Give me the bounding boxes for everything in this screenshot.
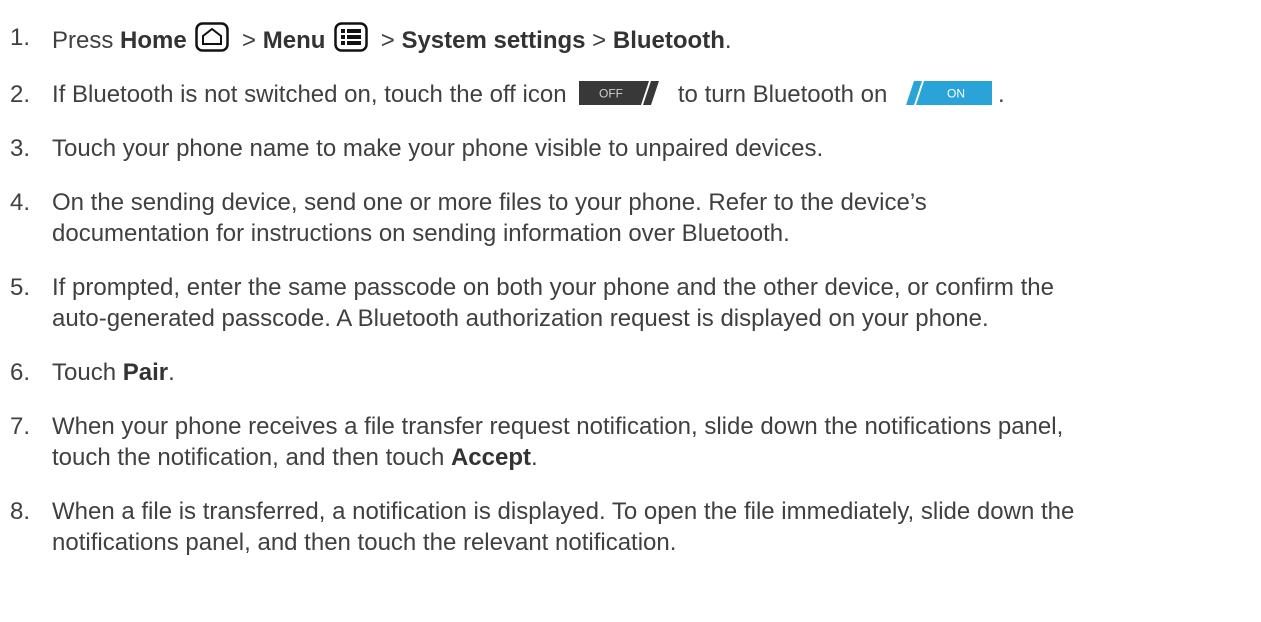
home-icon [195, 22, 230, 52]
step-text: When a file is transferred, a notificati… [52, 498, 1075, 525]
step-text: . [998, 81, 1005, 108]
step-number: 8. [10, 498, 31, 525]
step-number: 4. [10, 189, 31, 216]
step-text: > [585, 27, 613, 54]
step-number: 6. [10, 359, 31, 386]
off-toggle-icon: OFF [579, 81, 666, 105]
on-toggle-label: ON [947, 87, 965, 101]
pair-label: Pair [122, 359, 169, 386]
bluetooth-label: Bluetooth [612, 27, 725, 54]
step-number: 7. [10, 413, 31, 440]
step-2: 2. If Bluetooth is not switched on, touc… [10, 79, 1250, 110]
step-text: to turn Bluetooth on [677, 81, 888, 108]
home-label: Home [120, 27, 187, 54]
step-text: . [168, 359, 175, 386]
step-text: > [374, 27, 402, 54]
step-text: Press [52, 27, 121, 54]
step-7: 7. When your phone receives a file trans… [10, 411, 1250, 473]
on-toggle-icon: ON [900, 81, 993, 105]
step-number: 2. [10, 81, 31, 108]
off-toggle-label: OFF [599, 87, 623, 101]
menu-icon [334, 22, 368, 52]
step-6: 6. Touch Pair. [10, 357, 1250, 388]
step-number: 3. [10, 135, 31, 162]
step-text: . [724, 27, 732, 54]
step-number: 5. [10, 274, 31, 301]
accept-label: Accept [450, 444, 531, 471]
step-text: When your phone receives a file transfer… [52, 413, 1064, 440]
step-text: auto-generated passcode. A Bluetooth aut… [52, 305, 989, 332]
step-1: 1. Press Home > Menu > System settings >… [10, 22, 1250, 56]
step-5: 5. If prompted, enter the same passcode … [10, 272, 1250, 334]
step-text: Touch [52, 359, 123, 386]
step-text: documentation for instructions on sendin… [52, 220, 790, 247]
instruction-steps: 1. Press Home > Menu > System settings >… [10, 22, 1250, 580]
step-text: . [530, 444, 538, 471]
step-number: 1. [10, 24, 31, 51]
step-text: On the sending device, send one or more … [52, 189, 927, 216]
step-8: 8. When a file is transferred, a notific… [10, 496, 1250, 558]
step-4: 4. On the sending device, send one or mo… [10, 187, 1250, 249]
step-3: 3. Touch your phone name to make your ph… [10, 133, 1250, 164]
step-text: > [235, 27, 263, 54]
step-text: Touch your phone name to make your phone… [52, 135, 824, 162]
step-text: touch the notification, and then touch [52, 444, 451, 471]
step-text: notifications panel, and then touch the … [52, 529, 677, 556]
system-settings-label: System settings [401, 27, 586, 54]
step-text: If Bluetooth is not switched on, touch t… [52, 81, 567, 108]
step-text: If prompted, enter the same passcode on … [52, 274, 1054, 301]
menu-label: Menu [262, 27, 326, 54]
